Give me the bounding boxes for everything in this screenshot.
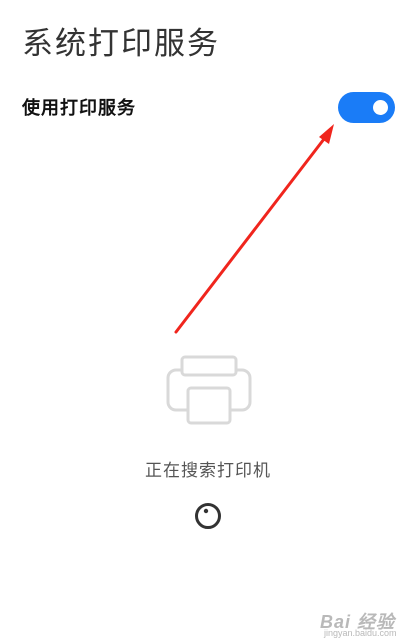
watermark-url: jingyan.baidu.com <box>324 628 397 638</box>
use-print-service-toggle[interactable] <box>338 92 395 123</box>
page-title: 系统打印服务 <box>22 26 220 62</box>
use-print-service-row[interactable]: 使用打印服务 <box>0 84 416 130</box>
arrow-shaft <box>174 137 326 334</box>
toggle-knob <box>373 100 388 115</box>
loading-spinner-icon <box>195 503 221 529</box>
search-status-text: 正在搜索打印机 <box>145 461 271 481</box>
use-print-service-label: 使用打印服务 <box>22 98 136 119</box>
printer-icon <box>166 355 252 425</box>
watermark: Bai 经验 jingyan.baidu.com <box>320 608 406 638</box>
printer-paper <box>186 386 232 425</box>
printer-top <box>180 355 238 377</box>
